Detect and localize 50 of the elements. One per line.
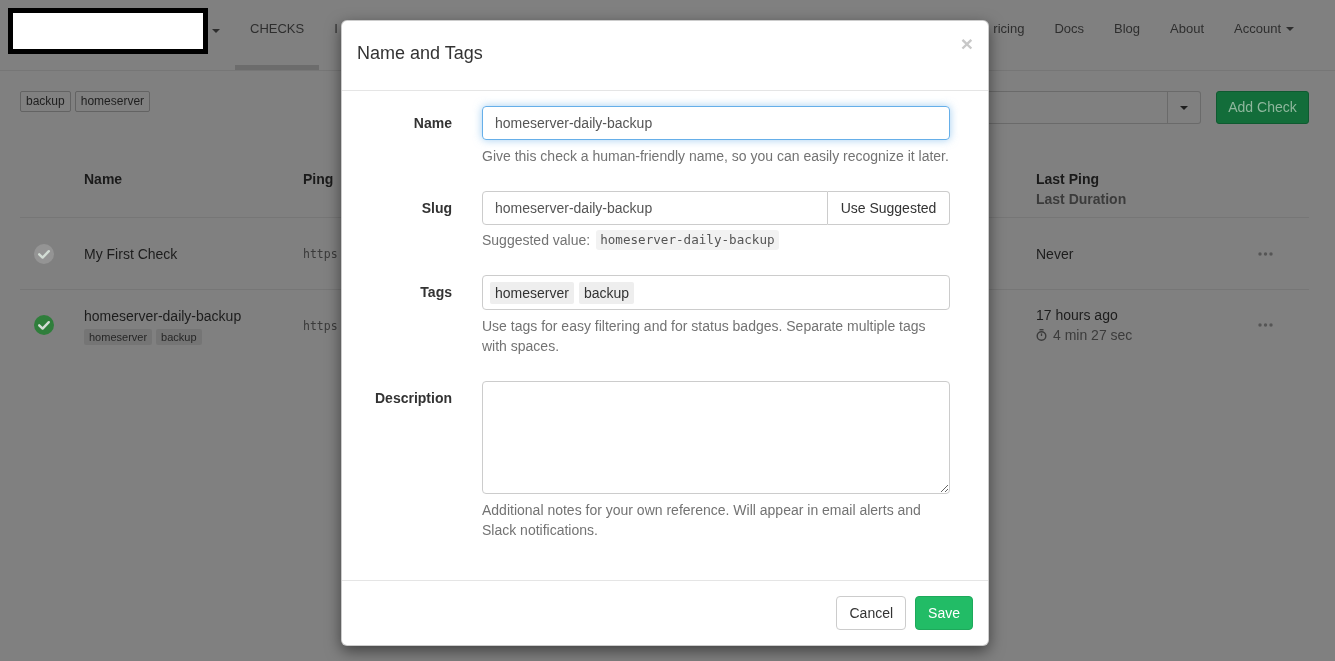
column-header: Ping bbox=[303, 171, 334, 187]
cancel-button[interactable]: Cancel bbox=[836, 596, 907, 630]
ping-url: https bbox=[303, 318, 338, 333]
nav-link[interactable]: ricing bbox=[987, 0, 1040, 70]
nav-link[interactable]: Blog bbox=[1099, 0, 1156, 70]
column-subheader: Last Duration bbox=[1036, 190, 1127, 209]
account-menu[interactable]: Account bbox=[1219, 0, 1309, 70]
help-text: Give this check a human-friendly name, so you can easily recognize it later. bbox=[482, 147, 950, 166]
nav-link[interactable]: CHECKS bbox=[235, 0, 320, 70]
last-duration: 4 min 27 sec bbox=[1053, 326, 1133, 345]
field-label: Name bbox=[413, 114, 452, 133]
description-textarea[interactable] bbox=[482, 381, 950, 494]
slug-input[interactable]: homeserver-daily-backup bbox=[482, 191, 828, 225]
tag-filter-button[interactable]: backup bbox=[20, 91, 71, 112]
caret-icon bbox=[1180, 105, 1188, 110]
column-header: Name bbox=[84, 171, 123, 187]
search-field[interactable] bbox=[989, 91, 1168, 124]
field-label: Slug bbox=[421, 199, 452, 218]
add-check-button[interactable]: Add Check bbox=[1216, 91, 1309, 124]
field-label: Description bbox=[375, 389, 452, 408]
tag-chip: homeserver bbox=[490, 281, 574, 304]
tags-input[interactable]: homeserver backup bbox=[482, 275, 950, 310]
check-name: homeserver-daily-backup bbox=[84, 306, 242, 326]
check-name: My First Check bbox=[84, 244, 178, 264]
save-button[interactable]: Save bbox=[915, 596, 973, 630]
suggested-slug-code: homeserver-daily-backup bbox=[596, 230, 779, 250]
tag-badge: backup bbox=[156, 328, 202, 345]
field-label: Tags bbox=[420, 283, 452, 302]
ellipsis-icon bbox=[1258, 323, 1273, 327]
tag-badge: homeserver bbox=[84, 328, 153, 345]
ellipsis-icon bbox=[1258, 251, 1273, 256]
help-text: Suggested value: bbox=[482, 231, 591, 250]
column-header: Last Ping bbox=[1036, 170, 1099, 189]
tag-chip: backup bbox=[578, 281, 635, 304]
ping-url: https bbox=[303, 247, 338, 261]
more-options-button[interactable] bbox=[1258, 320, 1273, 330]
name-input[interactable]: homeserver-daily-backup bbox=[482, 106, 950, 140]
last-ping-time: 17 hours ago bbox=[1036, 306, 1118, 325]
use-suggested-button[interactable]: Use Suggested bbox=[828, 191, 950, 225]
modal-title: Name and Tags bbox=[357, 42, 483, 65]
help-text: Use tags for easy filtering and for status badges. Separate multiple tags with spaces. bbox=[482, 317, 927, 356]
nav-link[interactable]: Docs bbox=[1039, 0, 1099, 70]
caret-icon[interactable] bbox=[1286, 27, 1294, 31]
filter-dropdown-button[interactable] bbox=[1168, 91, 1201, 124]
nav-link[interactable]: About bbox=[1155, 0, 1219, 70]
tag-filter-button[interactable]: homeserver bbox=[74, 91, 151, 112]
help-text: Additional notes for your own reference. Will appear in email alerts and Slack notifications. bbox=[482, 501, 922, 540]
stopwatch-icon bbox=[1036, 329, 1047, 341]
last-ping-time: Never bbox=[1036, 244, 1074, 264]
caret-icon[interactable] bbox=[212, 29, 220, 33]
